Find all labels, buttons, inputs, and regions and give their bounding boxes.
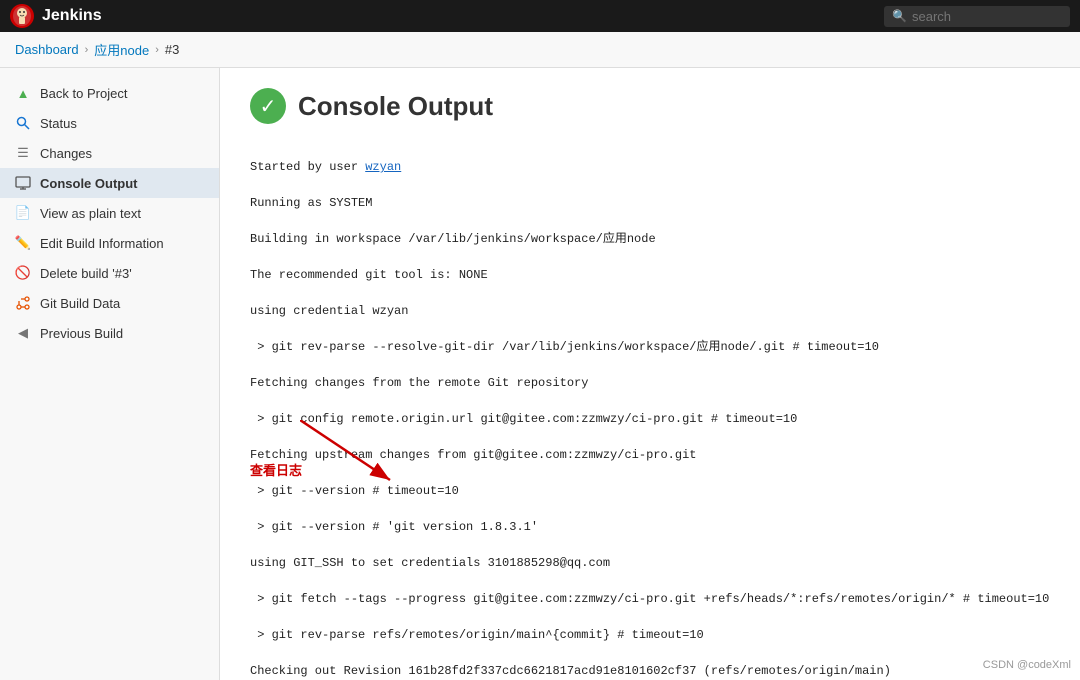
- sidebar-item-changes[interactable]: ☰ Changes: [0, 138, 219, 168]
- breadcrumb-node[interactable]: 应用node: [94, 40, 149, 59]
- git-icon: [14, 294, 32, 312]
- sidebar-item-status[interactable]: Status: [0, 108, 219, 138]
- breadcrumb-build: #3: [165, 42, 179, 57]
- console-output: Started by user wzyan Running as SYSTEM …: [250, 140, 1050, 680]
- sidebar-label-back: Back to Project: [40, 86, 127, 101]
- sidebar-label-previous: Previous Build: [40, 326, 123, 341]
- console-line: Checking out Revision 161b28fd2f337cdc66…: [250, 662, 1050, 680]
- search-box[interactable]: 🔍: [884, 6, 1070, 27]
- title-row: ✓ Console Output: [250, 88, 1050, 124]
- sidebar-item-delete-build[interactable]: 🚫 Delete build '#3': [0, 258, 219, 288]
- success-check-icon: ✓: [250, 88, 286, 124]
- sidebar-item-view-plain[interactable]: 📄 View as plain text: [0, 198, 219, 228]
- console-line: Started by user wzyan: [250, 158, 1050, 176]
- sidebar-label-git: Git Build Data: [40, 296, 120, 311]
- console-line: The recommended git tool is: NONE: [250, 266, 1050, 284]
- sidebar-item-back-to-project[interactable]: ▲ Back to Project: [0, 78, 219, 108]
- annotation-label: 查看日志: [250, 460, 302, 479]
- main-content: ✓ Console Output 查看日志 Started by user wz…: [220, 68, 1080, 680]
- breadcrumb: Dashboard › 应用node › #3: [0, 32, 1080, 68]
- list-icon: ☰: [14, 144, 32, 162]
- console-line: Fetching changes from the remote Git rep…: [250, 374, 1050, 392]
- sidebar-label-edit: Edit Build Information: [40, 236, 164, 251]
- arrow-left-icon: ◀: [14, 324, 32, 342]
- sidebar-label-delete: Delete build '#3': [40, 266, 132, 281]
- search-input[interactable]: [912, 9, 1062, 24]
- sidebar-item-edit-build[interactable]: ✏️ Edit Build Information: [0, 228, 219, 258]
- console-line: > git rev-parse refs/remotes/origin/main…: [250, 626, 1050, 644]
- sidebar-item-git-build[interactable]: Git Build Data: [0, 288, 219, 318]
- ban-icon: 🚫: [14, 264, 32, 282]
- console-line: Running as SYSTEM: [250, 194, 1050, 212]
- console-line: > git --version # 'git version 1.8.3.1': [250, 518, 1050, 536]
- console-line: > git --version # timeout=10: [250, 482, 1050, 500]
- console-line: > git rev-parse --resolve-git-dir /var/l…: [250, 338, 1050, 356]
- search-icon-sidebar: [14, 114, 32, 132]
- pencil-icon: ✏️: [14, 234, 32, 252]
- sidebar-item-console-output[interactable]: Console Output: [0, 168, 219, 198]
- jenkins-logo: [10, 4, 34, 28]
- sidebar-label-console: Console Output: [40, 176, 138, 191]
- console-line: using GIT_SSH to set credentials 3101885…: [250, 554, 1050, 572]
- sidebar-item-previous-build[interactable]: ◀ Previous Build: [0, 318, 219, 348]
- sidebar-label-changes: Changes: [40, 146, 92, 161]
- page-title: Console Output: [298, 91, 493, 122]
- arrow-up-icon: ▲: [14, 84, 32, 102]
- monitor-icon: [14, 174, 32, 192]
- console-line: Fetching upstream changes from git@gitee…: [250, 446, 1050, 464]
- console-wrapper: 查看日志 Started by user wzyan Running as SY…: [250, 140, 1050, 680]
- breadcrumb-sep-1: ›: [85, 44, 89, 56]
- breadcrumb-dashboard[interactable]: Dashboard: [15, 42, 79, 57]
- breadcrumb-sep-2: ›: [155, 44, 159, 56]
- console-line: Building in workspace /var/lib/jenkins/w…: [250, 230, 1050, 248]
- search-icon: 🔍: [892, 9, 907, 23]
- console-line: > git config remote.origin.url git@gitee…: [250, 410, 1050, 428]
- link-user[interactable]: wzyan: [365, 160, 401, 174]
- navbar-left: Jenkins: [10, 4, 102, 28]
- sidebar-label-plain: View as plain text: [40, 206, 141, 221]
- console-line: > git fetch --tags --progress git@gitee.…: [250, 590, 1050, 608]
- sidebar-label-status: Status: [40, 116, 77, 131]
- sidebar: ▲ Back to Project Status ☰ Changes: [0, 68, 220, 680]
- layout: ▲ Back to Project Status ☰ Changes: [0, 68, 1080, 680]
- navbar: Jenkins 🔍: [0, 0, 1080, 32]
- watermark: CSDN @codeXml: [979, 658, 1075, 672]
- navbar-title: Jenkins: [42, 7, 102, 25]
- file-icon: 📄: [14, 204, 32, 222]
- console-line: using credential wzyan: [250, 302, 1050, 320]
